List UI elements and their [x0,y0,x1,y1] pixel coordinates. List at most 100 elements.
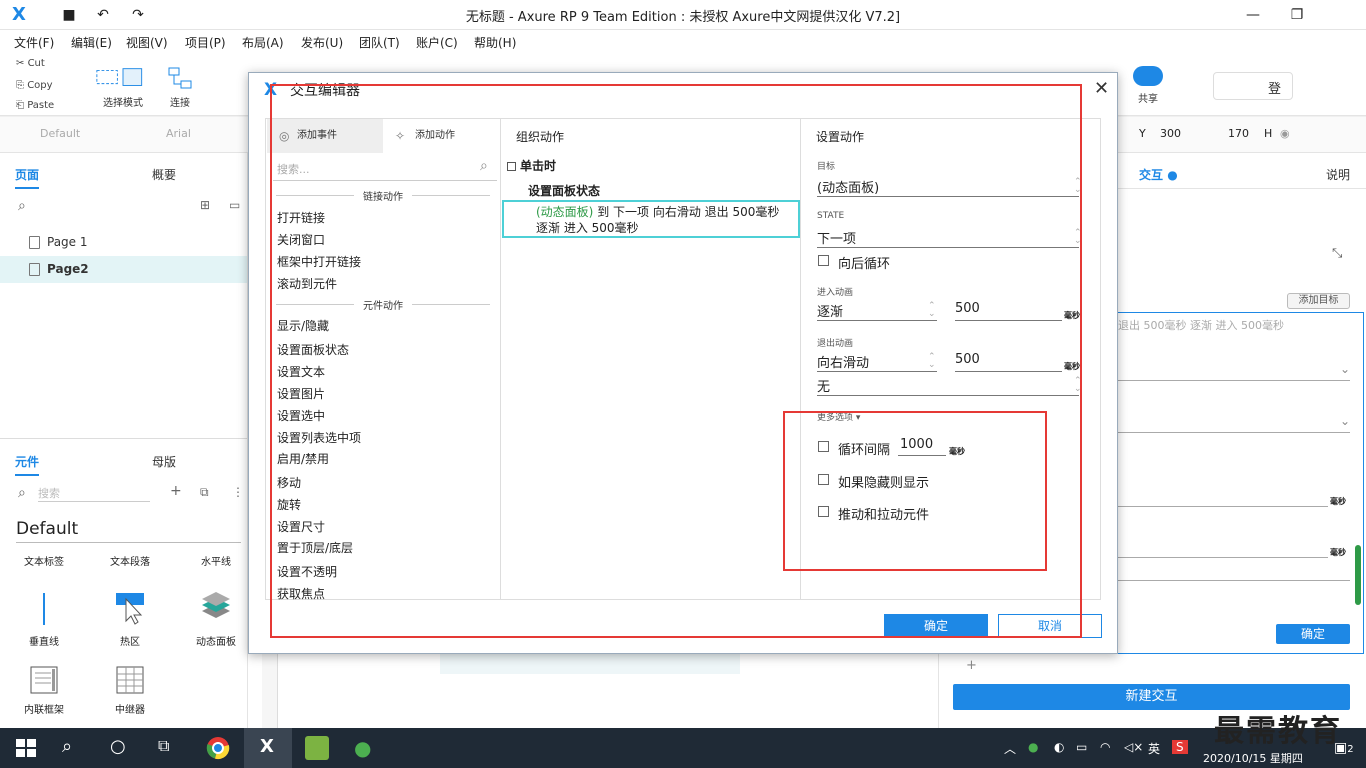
tab-outline[interactable]: 概要 [152,166,176,183]
chevron-down-icon[interactable]: ⌄ [1340,414,1350,428]
library-select[interactable]: Default [16,519,78,539]
search-icon[interactable]: ⌕ [18,198,26,214]
maximize-icon[interactable]: ❐ [1282,4,1312,26]
field-underline [1118,580,1350,581]
canvas-widget[interactable] [440,652,740,674]
ime-indicator[interactable]: 英 [1148,740,1160,757]
field-underline [1118,506,1328,507]
widget-label[interactable]: 文本标签 [9,553,79,568]
field-underline [1118,432,1350,433]
tab-masters[interactable]: 母版 [152,453,176,470]
widget-hotspot[interactable]: 热区 [95,591,165,648]
divider [0,438,247,439]
battery-icon[interactable]: ▭ [1076,740,1087,754]
taskbar: ⌕ ○ ⧉ X ● ︿ ● ◐ ▭ ◠ ◁× 英 S ▣2 [0,728,1366,768]
chrome-icon[interactable] [206,736,230,760]
tab-pages[interactable]: 页面 [15,166,40,189]
widget-dynamic-panel[interactable]: 动态面板 [181,591,251,648]
page-icon [29,263,40,276]
login-button[interactable]: 登 [1213,72,1293,100]
cortana-icon[interactable]: ○ [110,736,134,760]
menu-bar: 文件(F) 编辑(E) 视图(V) 项目(P) 布局(A) 发布(U) 团队(T… [0,30,1366,54]
widget-search-input[interactable]: 搜索 [38,485,150,502]
tray-arrow-icon[interactable]: ︿ [1004,740,1016,757]
paste-button[interactable]: ⎗ Paste [16,100,54,111]
connect-button[interactable]: 连接 [165,66,195,109]
right-ok-button[interactable]: 确定 [1276,624,1350,644]
tab-widgets[interactable]: 元件 [15,453,40,476]
field-underline [1118,380,1350,381]
vertical-line-icon [43,593,45,625]
widget-inline-frame[interactable]: 内联框架 [9,665,79,716]
add-icon[interactable]: + [966,658,977,673]
page-item[interactable]: Page 1 [0,229,247,256]
menu-project[interactable]: 项目(P) [185,34,226,51]
unit-label: 毫秒 [1330,497,1346,506]
font-select[interactable]: Arial [166,127,191,140]
tab-interactions[interactable]: 交互 ● [1139,166,1178,183]
add-target-button[interactable]: 添加目标 [1287,293,1350,309]
h-label: H [1264,127,1273,140]
style-select[interactable]: Default [40,127,80,140]
scrollbar[interactable] [1355,545,1361,605]
windows-start-icon[interactable] [14,736,38,760]
connect-icon [168,67,192,89]
select-mode-icon [96,68,143,86]
y-input[interactable]: 300 [1160,127,1181,140]
app-icon[interactable] [305,736,329,760]
taskbar-clock[interactable]: 2020/10/15 星期四 [1203,750,1303,766]
add-page-icon[interactable]: ⊞ [200,198,210,212]
menu-publish[interactable]: 发布(U) [301,34,343,51]
menu-team[interactable]: 团队(T) [359,34,400,51]
widget-paragraph[interactable]: 文本段落 [95,553,165,568]
watermark: 最需教育 [1214,714,1342,749]
share-button[interactable]: 共享 [1128,66,1168,105]
add-icon[interactable]: + [170,483,182,499]
search-icon: ⌕ [18,485,26,501]
widget-repeater[interactable]: 中继器 [95,665,165,716]
menu-account[interactable]: 账户(C) [416,34,458,51]
vertical-ruler [262,650,278,728]
y-label: Y [1139,127,1146,140]
field-underline [1118,557,1328,558]
chevron-down-icon[interactable]: ⌄ [1340,362,1350,376]
search-icon[interactable]: ⌕ [62,736,86,760]
sogou-icon[interactable]: S [1172,740,1188,754]
network-icon[interactable]: ◠ [1100,740,1110,754]
volume-icon[interactable]: ◁× [1124,740,1143,754]
widget-vline[interactable]: 垂直线 [9,591,79,648]
add-folder-icon[interactable]: ▭ [229,198,240,212]
axure-taskbar-button[interactable]: X [244,728,292,768]
annotation-box [783,411,1047,571]
expand-icon[interactable]: ⤡ [1332,246,1342,261]
visibility-icon[interactable]: ◉ [1280,127,1290,140]
inline-frame-icon [30,666,58,694]
hotspot-icon [116,593,144,625]
tray-app-icon[interactable]: ◐ [1054,740,1064,754]
dynamic-panel-icon [202,592,230,618]
h-input[interactable]: 170 [1228,127,1249,140]
menu-view[interactable]: 视图(V) [126,34,168,51]
cut-button[interactable]: ✂ Cut [16,58,45,69]
wechat-tray-icon[interactable]: ● [1028,740,1038,754]
interaction-case-box [1117,312,1364,654]
select-mode-button[interactable]: 选择模式 [95,66,151,109]
menu-edit[interactable]: 编辑(E) [71,34,112,51]
title-bar: X ■ ↶ ↷ 无标题 - Axure RP 9 Team Edition : … [0,0,1366,30]
menu-help[interactable]: 帮助(H) [474,34,516,51]
task-view-icon[interactable]: ⧉ [158,736,182,760]
tab-notes[interactable]: 说明 [1326,166,1350,183]
close-icon[interactable]: ✕ [1094,78,1109,99]
cloud-icon [1133,66,1163,86]
copy-button[interactable]: ⎘ Copy [16,80,53,91]
menu-file[interactable]: 文件(F) [14,34,54,51]
widget-hline[interactable]: 水平线 [181,553,251,568]
page-item[interactable]: Page2 [0,256,247,283]
library-icon[interactable]: ⧉ [200,485,209,500]
wechat-icon[interactable]: ● [354,736,378,760]
minimize-icon[interactable]: — [1238,4,1268,26]
menu-layout[interactable]: 布局(A) [242,34,284,51]
divider [16,542,241,543]
repeater-icon [116,666,144,694]
more-icon[interactable]: ⋮ [232,485,244,499]
